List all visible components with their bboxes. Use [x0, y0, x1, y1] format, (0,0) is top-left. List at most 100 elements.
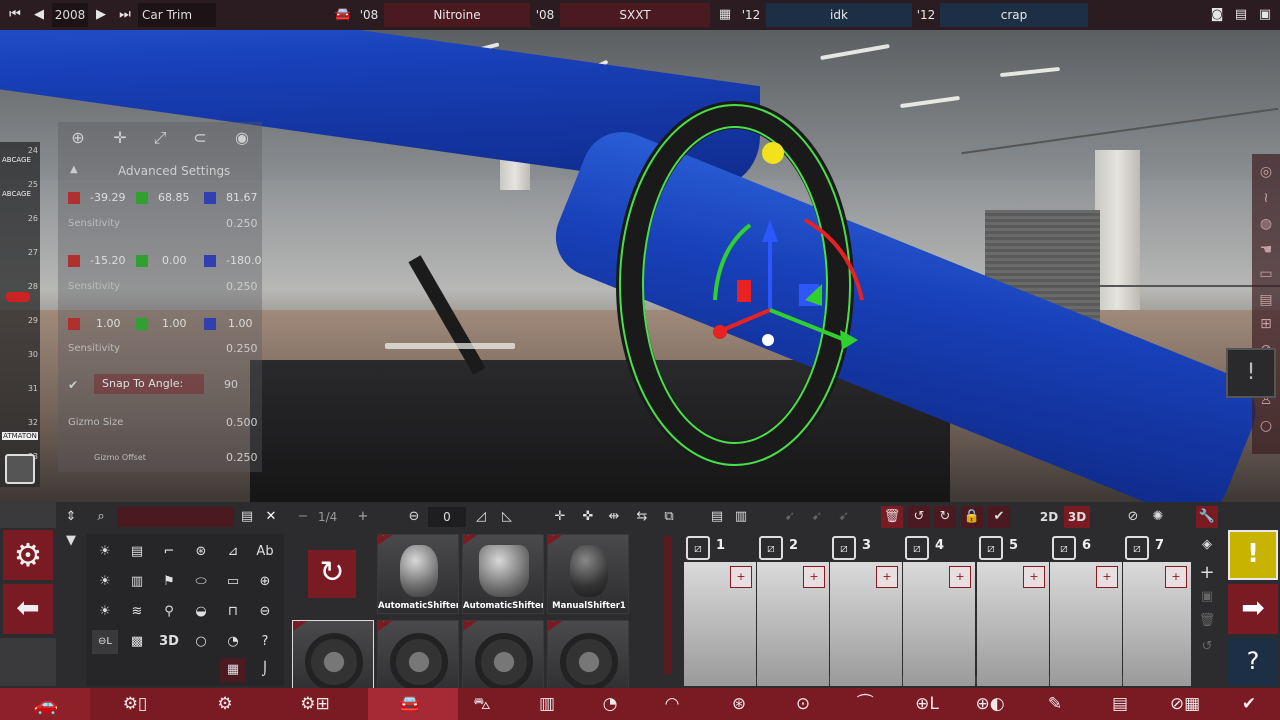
drivetrain-icon[interactable]: ⚙▯ — [110, 692, 160, 716]
move-all-icon[interactable]: ✜ — [577, 506, 599, 528]
spray-icon[interactable]: ≀ — [1256, 188, 1276, 208]
finish-check-icon[interactable]: ✔ — [1236, 692, 1262, 716]
calculator-icon[interactable]: ▤ — [1230, 3, 1252, 27]
part-card[interactable]: Mod AutomaticShifter1 — [377, 534, 459, 614]
field1-value[interactable]: Nitroine — [384, 3, 530, 27]
wheel-tool-icon[interactable]: ✺ — [1147, 506, 1169, 528]
wiper-icon[interactable]: ⊿ — [220, 540, 246, 564]
snap-angle-value[interactable]: 90 — [224, 378, 238, 391]
search-input[interactable] — [117, 507, 234, 527]
add-to-slot-icon[interactable]: + — [1165, 566, 1187, 588]
circle-icon[interactable]: ○ — [188, 630, 214, 654]
search-icon[interactable]: ⌕ — [90, 506, 112, 528]
gizmo-size-value[interactable]: 0.500 — [226, 416, 258, 429]
chassis-icon[interactable]: ⚙⊞ — [295, 692, 335, 716]
forward-arrow-icon[interactable]: ➡ — [1228, 584, 1278, 634]
exterior-icon[interactable]: ⛍ — [460, 692, 504, 716]
rot-z-value[interactable]: -180.0 — [226, 254, 261, 267]
field2-value[interactable]: SXXT — [560, 3, 710, 27]
move-arrows-icon[interactable]: ⇕ — [60, 506, 82, 528]
slot-body[interactable]: + — [1050, 562, 1122, 686]
bulb-icon[interactable]: ☀ — [92, 540, 118, 564]
sensitivity-value[interactable]: 0.250 — [226, 217, 258, 230]
bulb-icon[interactable]: ☀ — [92, 600, 118, 624]
redo-icon[interactable]: ↻ — [934, 506, 956, 528]
slot-header[interactable]: ⧄ 3 — [830, 534, 902, 562]
add-to-slot-icon[interactable]: + — [803, 566, 825, 588]
delete-icon[interactable]: 🗑 — [1196, 610, 1218, 632]
refresh-icon[interactable]: ↻ — [308, 550, 356, 598]
2d-mode-button[interactable]: 2D — [1036, 506, 1062, 528]
dropdown-icon[interactable]: ▼ — [60, 530, 82, 552]
year-value[interactable]: 2008 — [52, 3, 88, 27]
list-icon[interactable]: ▤ — [236, 506, 258, 528]
prev-year-button[interactable]: ◀ — [28, 3, 50, 27]
rim-icon[interactable]: ⊛ — [724, 692, 754, 716]
paint-icon[interactable]: ◈ — [1196, 534, 1218, 556]
chassis-icon[interactable]: ⊞ — [1256, 314, 1276, 334]
race-flag-icon[interactable]: ⊘▦ — [1160, 692, 1210, 716]
3d-viewport[interactable]: 24 ABCAGE 25 ABCAGE 26 27 28 29 30 31 32… — [0, 30, 1280, 502]
arrow-tool-icon[interactable]: ➹ — [806, 506, 828, 528]
red-car-thumb[interactable] — [6, 292, 30, 302]
steering-wheel-gizmo[interactable] — [600, 70, 880, 490]
car-side-icon[interactable]: ▭ — [1256, 264, 1276, 284]
slot-header[interactable]: ⧄ 6 — [1050, 534, 1122, 562]
scale-y-value[interactable]: 1.00 — [162, 317, 187, 330]
add-to-slot-icon[interactable]: + — [1023, 566, 1045, 588]
grille-icon[interactable]: ▤ — [1256, 290, 1276, 310]
3d-icon[interactable]: 3D — [156, 630, 182, 654]
scrollbar[interactable] — [664, 536, 672, 674]
bumper-icon[interactable]: ⊓ — [220, 600, 246, 624]
no-symbol-icon[interactable]: ⊘ — [1122, 506, 1144, 528]
scale-x-value[interactable]: 1.00 — [96, 317, 121, 330]
frame-icon[interactable]: ▥ — [525, 692, 569, 716]
lights-icon[interactable]: ◔ — [588, 692, 632, 716]
selected-layer-thumb[interactable] — [5, 454, 35, 484]
texture-icon[interactable]: ▩ — [124, 630, 150, 654]
wrench-icon[interactable]: 🔧 — [1196, 506, 1218, 528]
settings-gear-icon[interactable]: ⚙ — [3, 530, 53, 580]
text-ab-icon[interactable]: Ab — [252, 540, 278, 564]
move-icon[interactable]: ✛ — [108, 128, 132, 150]
help-circle-icon[interactable]: ? — [1228, 638, 1278, 686]
arrow-tool-icon[interactable]: ➹ — [833, 506, 855, 528]
next-year-button[interactable]: ▶ — [90, 3, 112, 27]
slot-header[interactable]: ⧄ 4 — [903, 534, 975, 562]
slot-body[interactable]: + — [903, 562, 975, 686]
slot-body[interactable]: + — [757, 562, 829, 686]
suspension-icon[interactable]: ⚙ — [205, 692, 245, 716]
part-card[interactable]: Mod AutomaticShifter2 — [462, 534, 544, 614]
steering-icon[interactable]: ⊕L — [905, 692, 949, 716]
flip-icon[interactable]: ⇆ — [631, 506, 653, 528]
flag-icon[interactable]: ⚑ — [156, 570, 182, 594]
angle-icon[interactable]: ◺ — [496, 506, 518, 528]
sensitivity-value[interactable]: 0.250 — [226, 342, 258, 355]
pos-y-value[interactable]: 68.85 — [158, 191, 190, 204]
3d-mode-button[interactable]: 3D — [1064, 506, 1090, 528]
skip-forward-icon[interactable]: ⏭ — [114, 3, 136, 27]
confirm-icon[interactable]: ✔ — [988, 506, 1010, 528]
rot-x-value[interactable]: -15.20 — [90, 254, 125, 267]
tire-icon[interactable]: ⊙ — [788, 692, 818, 716]
spec-sheet-icon[interactable]: ▤ — [1108, 692, 1132, 716]
minus-circle-icon[interactable]: ⊖ — [403, 506, 425, 528]
magnet-icon[interactable]: ⊂ — [188, 128, 212, 150]
help-icon[interactable]: ? — [252, 630, 278, 654]
field4-value[interactable]: crap — [940, 3, 1088, 27]
add-icon[interactable]: + — [1196, 562, 1218, 584]
counter-value[interactable]: 0 — [428, 507, 466, 527]
sensitivity-value[interactable]: 0.250 — [226, 280, 258, 293]
add-to-slot-icon[interactable]: + — [730, 566, 752, 588]
wheel-icon[interactable]: ⊛ — [188, 540, 214, 564]
panel-icon[interactable]: ▥ — [124, 570, 150, 594]
mirror-icon[interactable]: ◒ — [188, 600, 214, 624]
circle-icon[interactable]: ○ — [1256, 416, 1276, 436]
save-icon[interactable]: ▣ — [1196, 586, 1218, 608]
paste-icon[interactable]: ▤ — [706, 506, 728, 528]
rot-y-value[interactable]: 0.00 — [162, 254, 187, 267]
page-plus-button[interactable]: + — [352, 506, 374, 528]
vent-icon[interactable]: ≋ — [124, 600, 150, 624]
shifter-icon[interactable]: ⚲ — [156, 600, 182, 624]
screen-icon[interactable]: ▣ — [1254, 3, 1276, 27]
